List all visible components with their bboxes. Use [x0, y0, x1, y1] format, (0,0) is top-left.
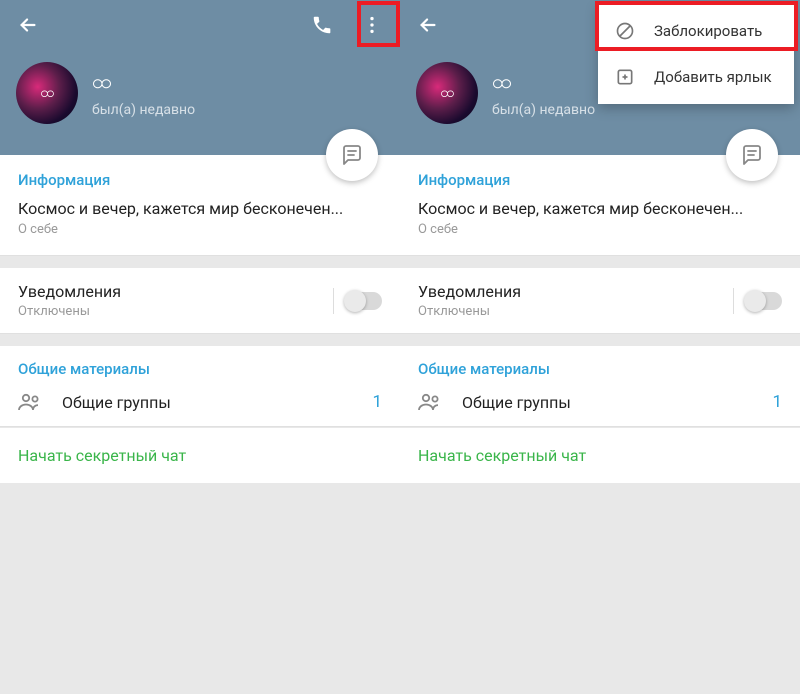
shared-section-title: Общие материалы: [18, 360, 382, 378]
more-menu-dropdown: Заблокировать Добавить ярлык: [598, 4, 794, 104]
message-fab[interactable]: [326, 129, 378, 181]
common-groups-count: 1: [372, 392, 382, 412]
notifications-title: Уведомления: [418, 282, 521, 301]
divider: [333, 288, 334, 314]
shortcut-icon: [614, 66, 636, 88]
more-menu-button[interactable]: [358, 11, 386, 39]
avatar[interactable]: ထ: [416, 62, 478, 124]
menu-block-label: Заблокировать: [654, 22, 762, 40]
menu-shortcut-label: Добавить ярлык: [654, 68, 772, 86]
notifications-toggle[interactable]: [746, 292, 782, 310]
secret-chat-label: Начать секретный чат: [418, 446, 586, 465]
block-icon: [614, 20, 636, 42]
avatar-symbol: ထ: [440, 83, 454, 104]
menu-add-shortcut[interactable]: Добавить ярлык: [598, 54, 794, 100]
groups-icon: [418, 393, 442, 411]
toggle-knob: [344, 290, 366, 312]
last-seen-status: был(а) недавно: [92, 102, 195, 118]
common-groups-row[interactable]: Общие группы 1: [418, 392, 782, 412]
profile-header: ထ ထ был(а) недавно: [0, 0, 400, 155]
common-groups-label: Общие группы: [462, 393, 571, 412]
bio-text: Космос и вечер, кажется мир бесконечен..…: [18, 199, 382, 218]
info-section-title: Информация: [18, 171, 382, 189]
avatar[interactable]: ထ: [16, 62, 78, 124]
common-groups-row[interactable]: Общие группы 1: [18, 392, 382, 412]
message-fab[interactable]: [726, 129, 778, 181]
groups-icon: [18, 393, 42, 411]
notifications-status: Отключены: [18, 304, 121, 319]
message-icon: [340, 143, 364, 167]
message-icon: [740, 143, 764, 167]
toggle-knob: [744, 290, 766, 312]
call-button[interactable]: [308, 11, 336, 39]
back-button[interactable]: [14, 11, 42, 39]
start-secret-chat[interactable]: Начать секретный чат: [0, 428, 400, 483]
bio-label: О себе: [418, 222, 782, 237]
info-section-title: Информация: [418, 171, 782, 189]
common-groups-count: 1: [772, 392, 782, 412]
username: ထ: [92, 68, 195, 98]
avatar-symbol: ထ: [40, 83, 54, 104]
secret-chat-label: Начать секретный чат: [18, 446, 186, 465]
notifications-title: Уведомления: [18, 282, 121, 301]
start-secret-chat[interactable]: Начать секретный чат: [400, 428, 800, 483]
divider: [733, 288, 734, 314]
shared-section-title: Общие материалы: [418, 360, 782, 378]
last-seen-status: был(а) недавно: [492, 102, 595, 118]
username: ထ: [492, 68, 595, 98]
menu-block-user[interactable]: Заблокировать: [598, 8, 794, 54]
bio-label: О себе: [18, 222, 382, 237]
bio-text: Космос и вечер, кажется мир бесконечен..…: [418, 199, 782, 218]
notifications-status: Отключены: [418, 304, 521, 319]
back-button[interactable]: [414, 11, 442, 39]
notifications-toggle[interactable]: [346, 292, 382, 310]
common-groups-label: Общие группы: [62, 393, 171, 412]
